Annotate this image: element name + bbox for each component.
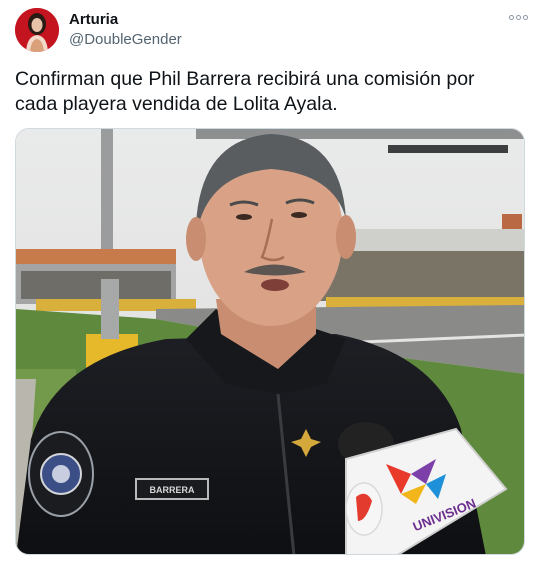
avatar-image: [15, 8, 59, 52]
name-tag-text: BARRERA: [150, 485, 196, 495]
tweet-text: Confirman que Phil Barrera recibirá una …: [15, 68, 475, 115]
more-options-icon[interactable]: [507, 10, 529, 24]
author-display-name[interactable]: Arturia: [69, 11, 118, 28]
media-photo: BARRERA UNIVISION: [16, 129, 524, 554]
author-handle[interactable]: @DoubleGender: [69, 31, 182, 48]
tweet-media[interactable]: BARRERA UNIVISION: [15, 128, 525, 555]
tweet-card: Arturia @DoubleGender Confirman que Phil…: [0, 0, 540, 563]
avatar[interactable]: [15, 8, 59, 52]
